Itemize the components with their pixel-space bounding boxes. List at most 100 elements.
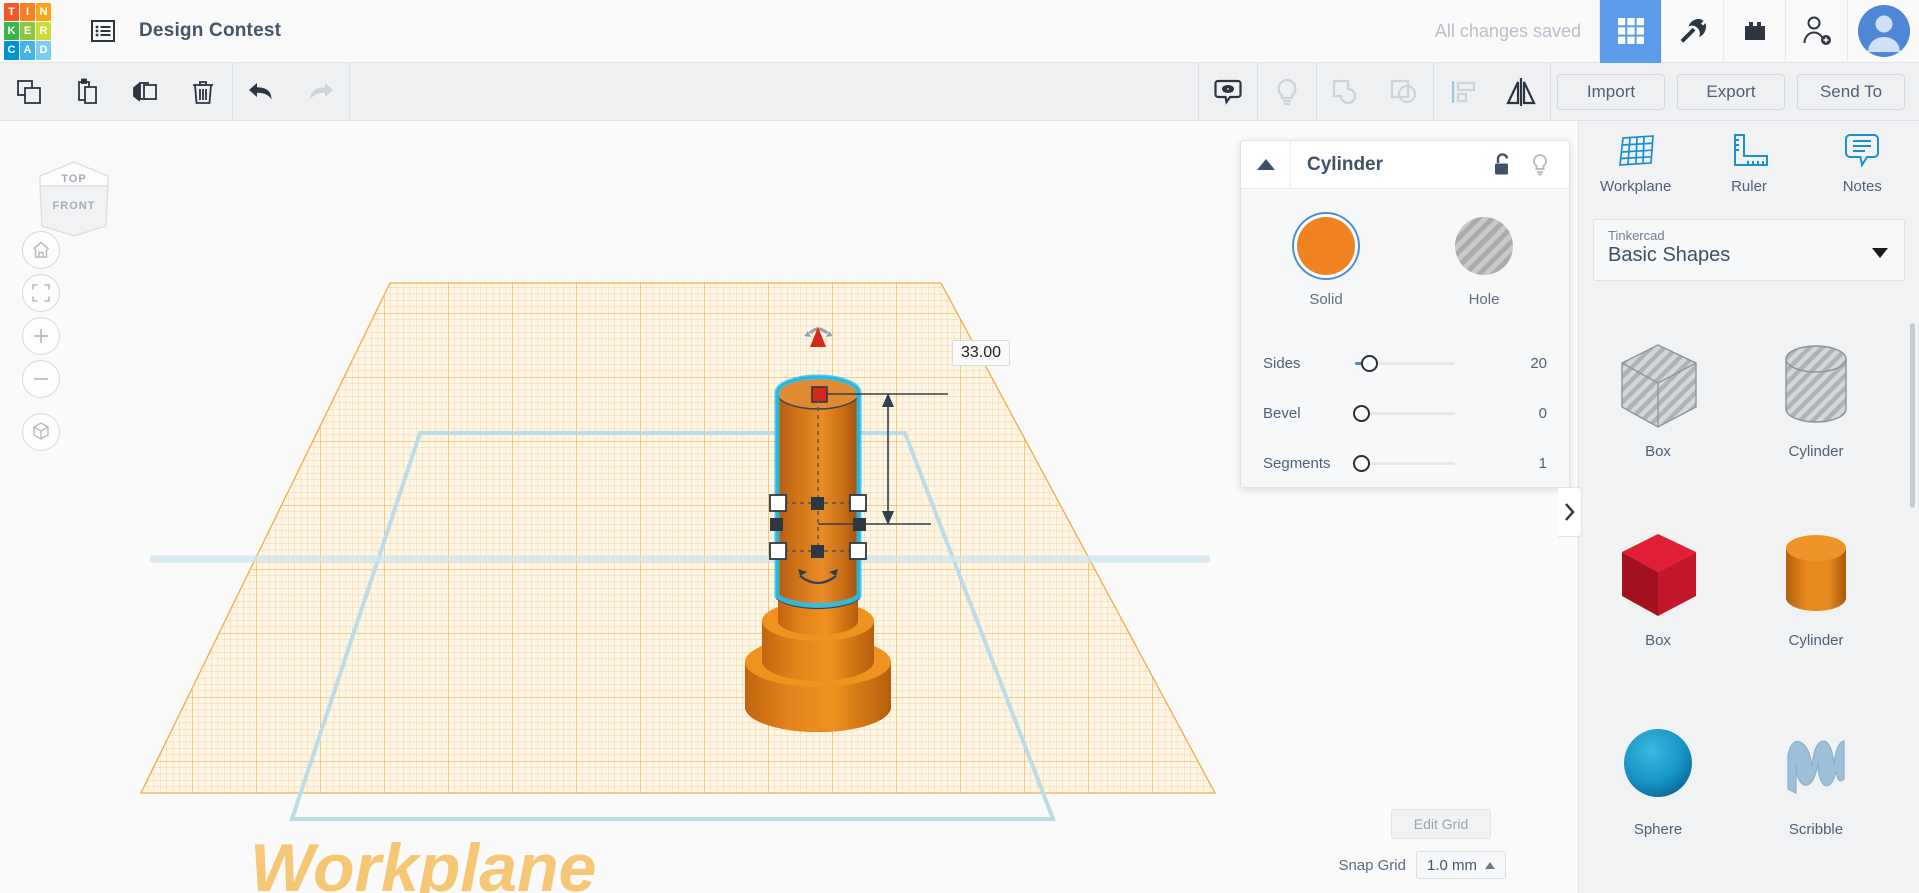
logo-tile-t: T <box>4 2 19 21</box>
duplicate-icon[interactable] <box>116 63 174 121</box>
slider-bevel-knob[interactable] <box>1353 404 1370 422</box>
lightbulb-icon[interactable] <box>1258 63 1316 121</box>
caret-up-icon <box>1485 861 1495 869</box>
sidebar-toggle-button[interactable] <box>1558 487 1582 537</box>
fit-view-button[interactable] <box>22 274 60 312</box>
slider-sides-knob[interactable] <box>1361 354 1378 372</box>
view-cube-front-label[interactable]: FRONT <box>28 200 120 212</box>
slider-sides-value: 20 <box>1530 354 1547 372</box>
hole-cylinder-icon <box>1737 333 1895 437</box>
shape-item-solid-box-label: Box <box>1645 632 1671 649</box>
slider-segments-track[interactable] <box>1353 453 1455 473</box>
shape-gallery[interactable]: Box Cylinder Box Cylinder Sphere Scribbl… <box>1579 317 1919 893</box>
gallery-scrollbar[interactable] <box>1910 323 1915 508</box>
zoom-out-button[interactable] <box>22 360 60 398</box>
undo-icon[interactable] <box>233 63 291 121</box>
pickaxe-icon[interactable] <box>1661 0 1723 63</box>
align-icon[interactable] <box>1434 63 1492 121</box>
workplane-icon <box>1618 135 1654 166</box>
shape-item-scribble-label: Scribble <box>1788 821 1844 838</box>
shape-item-hole-box[interactable]: Box <box>1579 317 1737 460</box>
app-header: TINKERCAD Design Contest All changes sav… <box>0 0 1919 63</box>
snap-grid-select[interactable]: 1.0 mm <box>1415 851 1506 879</box>
shape-item-hole-cylinder-label: Cylinder <box>1788 443 1844 460</box>
slider-segments-knob[interactable] <box>1353 454 1370 472</box>
blocks-icon[interactable] <box>1723 0 1785 63</box>
slider-sides-track[interactable] <box>1355 353 1455 373</box>
scribble-icon <box>1737 711 1895 815</box>
inspector-title: Cylinder <box>1307 153 1384 175</box>
sphere-icon <box>1579 711 1737 815</box>
workplane-grid <box>139 282 1217 821</box>
snap-grid-value: 1.0 mm <box>1426 856 1477 874</box>
logo-tile-a: A <box>20 41 35 60</box>
inspector-lightbulb-icon[interactable] <box>1521 141 1559 188</box>
zoom-in-button[interactable] <box>22 317 60 355</box>
inspector-header: Cylinder <box>1241 141 1569 189</box>
add-person-icon[interactable] <box>1785 0 1847 63</box>
slider-bevel-label: Bevel <box>1263 404 1301 422</box>
inspector-collapse-button[interactable] <box>1241 141 1291 188</box>
import-button[interactable]: Import <box>1557 73 1665 110</box>
sidebar-item-workplane-label: Workplane <box>1599 178 1672 195</box>
logo-tile-c: C <box>4 41 19 60</box>
copy-icon[interactable] <box>0 63 58 121</box>
logo-tile-e: E <box>20 21 35 41</box>
delete-icon[interactable] <box>174 63 232 121</box>
logo-tile-i: I <box>20 2 35 21</box>
slider-bevel: Bevel 0 <box>1241 388 1569 438</box>
triangle-up-icon <box>1256 159 1275 170</box>
main-toolbar: Import Export Send To <box>0 62 1919 121</box>
sidebar-item-workplane[interactable]: Workplane <box>1579 131 1692 213</box>
hole-swatch <box>1455 217 1513 275</box>
shape-item-hole-cylinder[interactable]: Cylinder <box>1737 317 1895 460</box>
mode-hole[interactable]: Hole <box>1438 217 1530 308</box>
send-to-button[interactable]: Send To <box>1797 73 1905 110</box>
edit-grid-button[interactable]: Edit Grid <box>1391 809 1491 839</box>
ruler-icon <box>1733 134 1768 166</box>
snap-grid-label: Snap Grid <box>1338 856 1406 874</box>
sidebar-item-notes[interactable]: Notes <box>1806 131 1919 213</box>
document-list-icon[interactable] <box>83 11 123 51</box>
toolbar-divider-7 <box>1550 62 1551 121</box>
ungroup-icon[interactable] <box>1375 63 1433 121</box>
solid-box-icon <box>1579 522 1737 626</box>
unlock-icon[interactable] <box>1483 141 1521 188</box>
ortho-toggle-button[interactable] <box>22 413 60 451</box>
shape-item-solid-cylinder[interactable]: Cylinder <box>1737 506 1895 649</box>
view-cube[interactable]: TOP FRONT <box>28 156 120 241</box>
slider-bevel-value: 0 <box>1538 404 1547 422</box>
view-cube-top-label[interactable]: TOP <box>28 173 120 185</box>
shape-item-solid-box[interactable]: Box <box>1579 506 1737 649</box>
logo-tile-d: D <box>36 41 51 60</box>
slider-bevel-track[interactable] <box>1353 403 1455 423</box>
shape-item-sphere[interactable]: Sphere <box>1579 695 1737 838</box>
height-handle <box>811 386 828 403</box>
slider-segments-value: 1 <box>1538 454 1547 472</box>
mode-solid[interactable]: Solid <box>1280 217 1372 308</box>
dimension-value-label[interactable]: 33.00 <box>952 340 1011 366</box>
shape-library-category: Tinkercad <box>1608 228 1665 243</box>
mirror-icon[interactable] <box>1492 63 1550 121</box>
tinkercad-logo[interactable]: TINKERCAD <box>0 0 55 63</box>
shape-item-hole-box-label: Box <box>1645 443 1671 460</box>
sidebar-tools: Workplane Ruler Notes <box>1579 121 1919 213</box>
page-title: Design Contest <box>139 20 282 41</box>
paste-icon[interactable] <box>58 63 116 121</box>
export-button[interactable]: Export <box>1677 73 1785 110</box>
show-hide-icon[interactable] <box>1199 63 1257 121</box>
shape-library-dropdown[interactable]: Tinkercad Basic Shapes <box>1593 219 1905 281</box>
slider-segments-label: Segments <box>1263 454 1331 472</box>
grid-apps-icon[interactable] <box>1599 0 1661 63</box>
home-view-button[interactable] <box>22 231 60 269</box>
logo-tile-n: N <box>36 2 51 21</box>
notes-icon <box>1845 134 1880 168</box>
avatar[interactable] <box>1847 0 1919 63</box>
logo-tile-r: R <box>36 21 51 41</box>
slider-sides-label: Sides <box>1263 354 1301 372</box>
shape-item-scribble[interactable]: Scribble <box>1737 695 1895 838</box>
redo-icon[interactable] <box>291 63 349 121</box>
group-icon[interactable] <box>1317 63 1375 121</box>
mode-solid-label: Solid <box>1309 291 1343 308</box>
sidebar-item-ruler[interactable]: Ruler <box>1692 131 1805 213</box>
